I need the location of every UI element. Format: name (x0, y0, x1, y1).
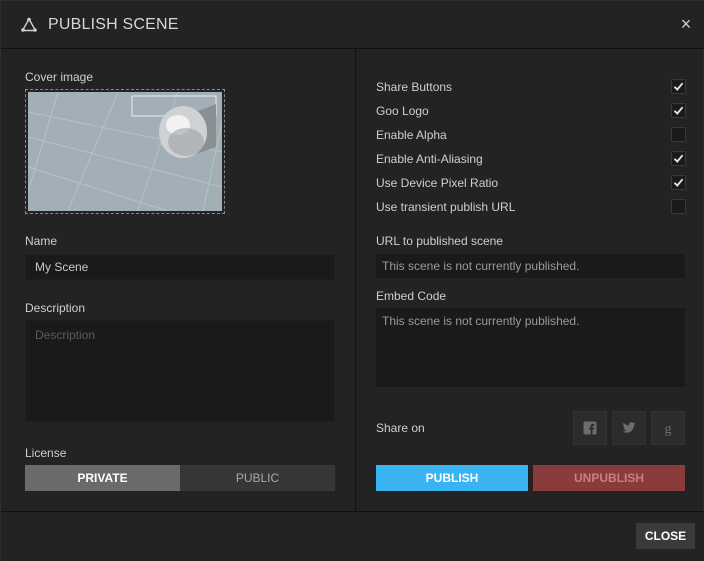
google-plus-share-button[interactable]: g (651, 411, 685, 445)
cover-image-label: Cover image (25, 70, 94, 84)
twitter-share-button[interactable] (612, 411, 646, 445)
option-goo-logo: Goo Logo (376, 101, 686, 121)
option-anti-aliasing: Enable Anti-Aliasing (376, 149, 686, 169)
checkmark-icon (673, 178, 684, 187)
dialog-footer: CLOSE (1, 511, 704, 561)
unpublish-button[interactable]: UNPUBLISH (533, 465, 685, 491)
goo-logo-icon (21, 17, 37, 32)
dialog-title: PUBLISH SCENE (48, 16, 179, 33)
license-label: License (25, 446, 67, 460)
enable-alpha-checkbox[interactable] (671, 127, 686, 142)
close-button[interactable]: CLOSE (636, 523, 695, 549)
publish-button[interactable]: PUBLISH (376, 465, 528, 491)
name-input[interactable] (25, 254, 335, 280)
embed-code-label: Embed Code (376, 289, 447, 303)
share-on-label: Share on (376, 421, 425, 435)
name-label: Name (25, 234, 58, 248)
checkmark-icon (673, 106, 684, 115)
description-label: Description (25, 301, 86, 315)
option-label: Share Buttons (376, 80, 453, 94)
close-icon[interactable]: × (677, 15, 695, 33)
device-pixel-ratio-checkbox[interactable] (671, 175, 686, 190)
cover-image-dropzone[interactable] (25, 89, 225, 214)
option-enable-alpha: Enable Alpha (376, 125, 686, 145)
option-label: Enable Alpha (376, 128, 447, 142)
license-public-button[interactable]: PUBLIC (180, 465, 335, 491)
option-label: Goo Logo (376, 104, 429, 118)
anti-aliasing-checkbox[interactable] (671, 151, 686, 166)
google-plus-icon: g (664, 422, 672, 437)
description-textarea[interactable] (25, 320, 335, 422)
url-label: URL to published scene (376, 234, 503, 248)
option-label: Use transient publish URL (376, 200, 516, 214)
dialog-header: PUBLISH SCENE × (1, 1, 704, 49)
facebook-icon (583, 421, 597, 435)
checkmark-icon (673, 154, 684, 163)
facebook-share-button[interactable] (573, 411, 607, 445)
option-transient-url: Use transient publish URL (376, 197, 686, 217)
embed-code-field[interactable]: This scene is not currently published. (376, 308, 685, 387)
option-share-buttons: Share Buttons (376, 77, 686, 97)
checkmark-icon (673, 82, 684, 91)
publish-scene-dialog: PUBLISH SCENE × Cover image Name My Scen… (0, 0, 704, 561)
option-label: Enable Anti-Aliasing (376, 152, 483, 166)
scene-thumbnail (28, 92, 222, 211)
transient-url-checkbox[interactable] (671, 199, 686, 214)
published-url-field[interactable]: This scene is not currently published. (376, 254, 685, 278)
option-label: Use Device Pixel Ratio (376, 176, 499, 190)
goo-logo-checkbox[interactable] (671, 103, 686, 118)
license-toggle: PRIVATE PUBLIC (25, 465, 335, 491)
twitter-icon (622, 422, 636, 433)
license-private-button[interactable]: PRIVATE (25, 465, 180, 491)
cover-image-preview (28, 92, 222, 211)
column-divider (355, 49, 356, 511)
option-device-pixel-ratio: Use Device Pixel Ratio (376, 173, 686, 193)
share-buttons-checkbox[interactable] (671, 79, 686, 94)
